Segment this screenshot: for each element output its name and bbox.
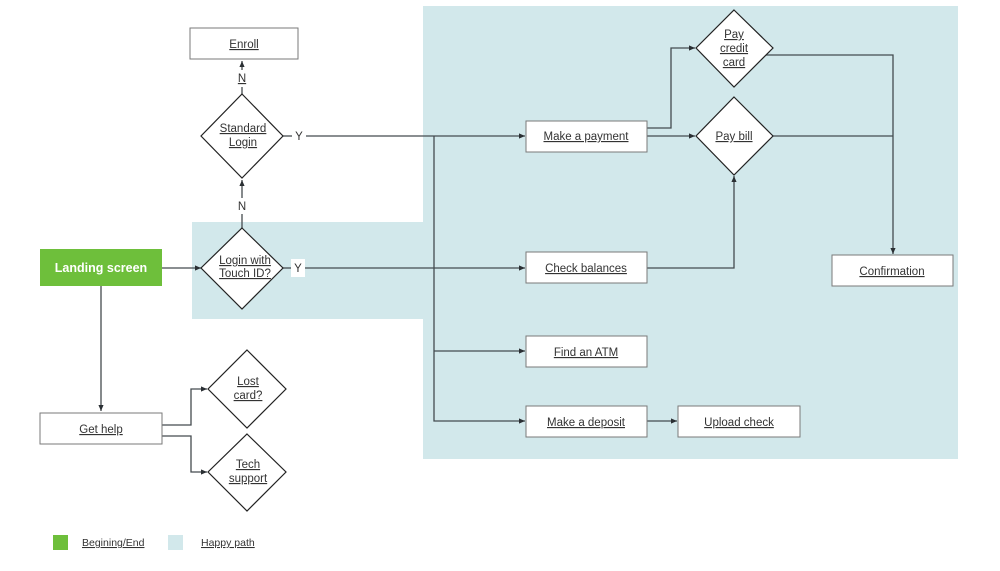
make-payment-label: Make a payment xyxy=(543,131,629,143)
upload-check-label: Upload check xyxy=(704,417,774,429)
lost-card-diamond xyxy=(207,349,287,429)
happy-path-region xyxy=(192,6,958,459)
happy-path-region-main xyxy=(423,6,958,459)
make-deposit-label: Make a deposit xyxy=(547,417,626,429)
touch-id-label-line1: Login with xyxy=(219,255,271,267)
standard-login-diamond xyxy=(200,93,284,179)
legend: Begining/End Happy path xyxy=(53,535,255,550)
node-tech-support[interactable]: Tech support xyxy=(207,433,287,512)
pay-bill-label: Pay bill xyxy=(715,131,752,143)
node-lost-card[interactable]: Lost card? xyxy=(207,349,287,429)
legend-swatch-start-end xyxy=(53,535,68,550)
node-check-balances[interactable]: Check balances xyxy=(525,251,648,284)
node-upload-check[interactable]: Upload check xyxy=(677,405,801,438)
legend-swatch-happy-path xyxy=(168,535,183,550)
check-balances-label: Check balances xyxy=(545,263,627,275)
pay-credit-card-line2: credit xyxy=(720,43,749,55)
touchid-yes-label: Y xyxy=(294,263,302,275)
confirmation-label: Confirmation xyxy=(859,266,924,278)
node-standard-login[interactable]: Standard Login xyxy=(200,93,284,179)
node-get-help[interactable]: Get help xyxy=(39,412,163,445)
node-find-atm[interactable]: Find an ATM xyxy=(525,335,648,368)
landing-screen-label: Landing screen xyxy=(55,261,147,275)
legend-label-start-end: Begining/End xyxy=(82,537,145,549)
node-landing-screen[interactable]: Landing screen xyxy=(40,249,162,286)
get-help-label: Get help xyxy=(79,424,122,436)
standard-login-label-line2: Login xyxy=(229,137,257,149)
lost-card-line2: card? xyxy=(234,390,263,402)
node-enroll[interactable]: Enroll xyxy=(189,27,299,60)
pay-credit-card-line1: Pay xyxy=(724,29,744,41)
node-make-deposit[interactable]: Make a deposit xyxy=(525,405,648,438)
standard-yes-label: Y xyxy=(295,131,303,143)
tech-support-line1: Tech xyxy=(236,459,260,471)
pay-credit-card-line3: card xyxy=(723,57,745,69)
edge-gethelp-techsupport xyxy=(162,435,207,475)
tech-support-line2: support xyxy=(229,473,268,485)
flowchart: Y N Y N Landing screen Login with Touch … xyxy=(39,6,958,550)
lost-card-line1: Lost xyxy=(237,376,260,388)
standard-login-label-line1: Standard xyxy=(220,123,267,135)
enroll-label: Enroll xyxy=(229,39,258,51)
node-confirmation[interactable]: Confirmation xyxy=(831,254,954,287)
standard-no-label: N xyxy=(238,73,246,85)
legend-label-happy-path: Happy path xyxy=(201,537,255,549)
edge-gethelp-lostcard xyxy=(162,386,207,426)
touchid-no-label: N xyxy=(238,201,246,213)
touch-id-label-line2: Touch ID? xyxy=(219,268,271,280)
node-make-payment[interactable]: Make a payment xyxy=(525,120,648,153)
find-atm-label: Find an ATM xyxy=(554,347,618,359)
